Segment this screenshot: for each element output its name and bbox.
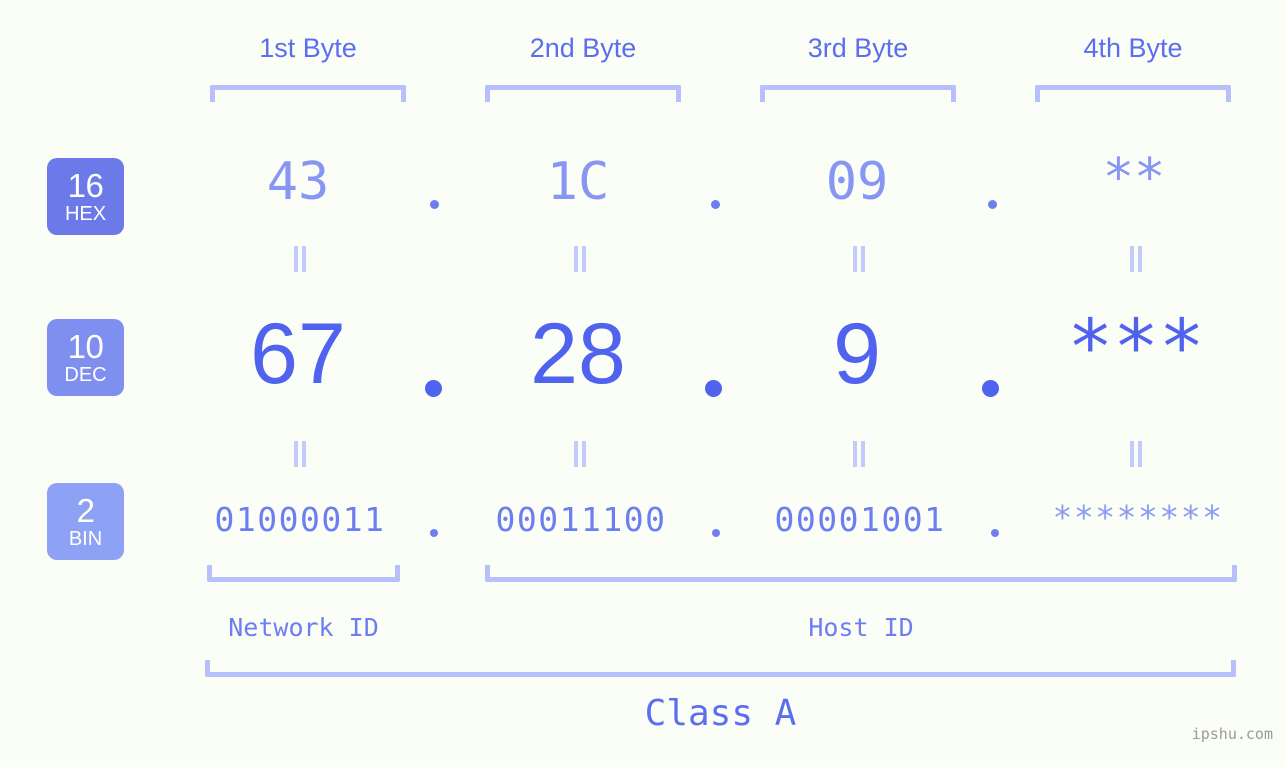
base-badge-dec-name: DEC — [64, 364, 107, 386]
base-badge-bin-name: BIN — [68, 528, 103, 550]
dec-dot-2 — [705, 380, 722, 397]
base-badge-dec-number: 10 — [67, 328, 104, 365]
equals-mark-hex-dec-1 — [292, 246, 308, 272]
class-label: Class A — [644, 693, 797, 734]
byte-bracket-4 — [1035, 85, 1231, 102]
byte-header-4: 4th Byte — [1083, 33, 1183, 63]
site-watermark: ipshu.com — [1191, 725, 1273, 743]
equals-mark-dec-bin-4 — [1128, 441, 1144, 467]
dec-octet-2: 28 — [530, 306, 626, 402]
byte-bracket-2 — [485, 85, 681, 102]
equals-mark-hex-dec-4 — [1128, 246, 1144, 272]
dec-octet-1: 67 — [250, 306, 346, 402]
network-id-label: Network ID — [228, 613, 379, 642]
base-badge-hex-name: HEX — [64, 203, 107, 225]
bin-octet-1: 01000011 — [214, 500, 386, 539]
hex-octet-3: 09 — [825, 152, 889, 212]
base-badge-hex: 16 HEX — [47, 158, 124, 235]
class-bracket — [205, 660, 1236, 677]
hex-dot-1 — [430, 200, 439, 209]
bin-dot-1 — [430, 529, 438, 537]
dec-octet-4: *** — [1067, 302, 1205, 391]
hex-dot-2 — [711, 200, 720, 209]
bin-dot-2 — [712, 529, 720, 537]
bin-octet-3: 00001001 — [774, 500, 946, 539]
byte-bracket-3 — [760, 85, 956, 102]
byte-bracket-1 — [210, 85, 406, 102]
base-badge-bin-number: 2 — [76, 492, 95, 529]
dec-dot-3 — [982, 380, 999, 397]
equals-mark-dec-bin-2 — [572, 441, 588, 467]
dec-octet-3: 9 — [833, 306, 881, 402]
base-badge-hex-number: 16 — [67, 167, 104, 204]
byte-header-1: 1st Byte — [259, 33, 357, 63]
byte-header-2: 2nd Byte — [529, 33, 637, 63]
hex-octet-2: 1C — [546, 152, 610, 212]
bin-octet-2: 00011100 — [495, 500, 667, 539]
dec-dot-1 — [425, 380, 442, 397]
network-id-bracket — [207, 565, 400, 582]
host-id-label: Host ID — [808, 613, 914, 642]
bin-octet-4: ******** — [1052, 498, 1224, 537]
base-badge-bin: 2 BIN — [47, 483, 124, 560]
equals-mark-dec-bin-1 — [292, 441, 308, 467]
equals-mark-hex-dec-2 — [572, 246, 588, 272]
byte-header-3: 3rd Byte — [807, 33, 909, 63]
ip-address-breakdown-diagram: 1st Byte 2nd Byte 3rd Byte 4th Byte 16 H… — [0, 0, 1285, 767]
bin-dot-3 — [991, 529, 999, 537]
host-id-bracket — [485, 565, 1237, 582]
equals-mark-dec-bin-3 — [851, 441, 867, 467]
hex-dot-3 — [988, 200, 997, 209]
base-badge-dec: 10 DEC — [47, 319, 124, 396]
equals-mark-hex-dec-3 — [851, 246, 867, 272]
hex-octet-4: ** — [1102, 148, 1166, 208]
hex-octet-1: 43 — [266, 152, 330, 212]
